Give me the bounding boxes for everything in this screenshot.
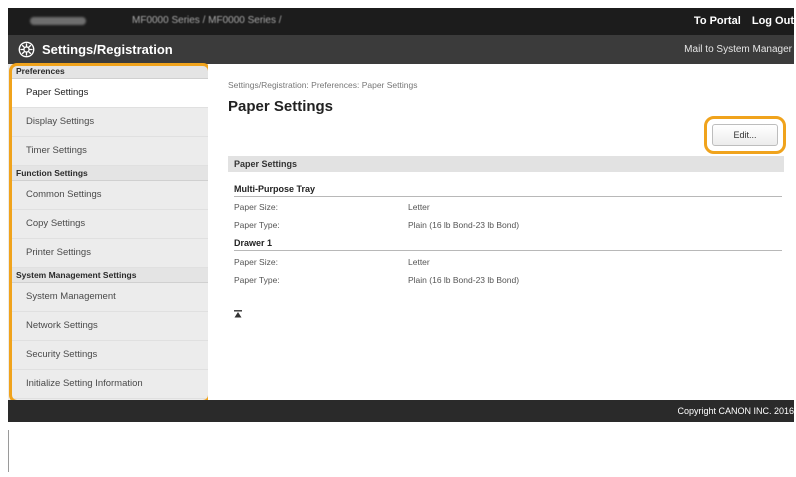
sidebar: Preferences Paper Settings Display Setti… xyxy=(9,63,211,403)
footer: Copyright CANON INC. 2016 xyxy=(8,400,794,422)
setting-row: Paper Size: Letter xyxy=(234,257,430,267)
setting-key: Paper Size: xyxy=(234,202,278,212)
group-title-multi-purpose-tray: Multi-Purpose Tray xyxy=(234,184,782,197)
model-name: MF0000 Series / MF0000 Series / xyxy=(132,15,282,26)
top-links: To Portal Log Out xyxy=(686,15,794,27)
section-header-paper-settings: Paper Settings xyxy=(228,156,784,172)
mail-to-system-manager-link[interactable]: Mail to System Manager xyxy=(684,44,792,55)
to-portal-link[interactable]: To Portal xyxy=(694,15,741,27)
sidebar-heading-function-settings: Function Settings xyxy=(10,166,208,181)
setting-key: Paper Size: xyxy=(234,257,278,267)
edit-button[interactable]: Edit... xyxy=(712,124,778,146)
sidebar-item-system-management[interactable]: System Management xyxy=(10,283,208,312)
main-content: Settings/Registration: Preferences: Pape… xyxy=(208,64,794,400)
setting-key: Paper Type: xyxy=(234,220,280,230)
top-bar: MF0000 Series / MF0000 Series / To Porta… xyxy=(8,8,794,35)
divider xyxy=(8,430,9,472)
sidebar-heading-preferences: Preferences xyxy=(10,64,208,79)
sidebar-item-network-settings[interactable]: Network Settings xyxy=(10,312,208,341)
copyright-text: Copyright CANON INC. 2016 xyxy=(677,406,794,416)
sidebar-heading-system-management-settings: System Management Settings xyxy=(10,268,208,283)
breadcrumb: Settings/Registration: Preferences: Pape… xyxy=(228,80,418,90)
setting-value: Plain (16 lb Bond-23 lb Bond) xyxy=(408,275,520,285)
sidebar-item-security-settings[interactable]: Security Settings xyxy=(10,341,208,370)
page-header-title: Settings/Registration xyxy=(42,42,173,57)
scroll-to-top-icon[interactable] xyxy=(234,310,242,318)
sidebar-item-paper-settings[interactable]: Paper Settings xyxy=(10,79,208,108)
sidebar-item-display-settings[interactable]: Display Settings xyxy=(10,108,208,137)
sidebar-item-timer-settings[interactable]: Timer Settings xyxy=(10,137,208,166)
title-bar: Settings/Registration Mail to System Man… xyxy=(8,35,794,64)
app-window: MF0000 Series / MF0000 Series / To Porta… xyxy=(8,8,794,422)
setting-key: Paper Type: xyxy=(234,275,280,285)
group-title-drawer-1: Drawer 1 xyxy=(234,238,782,251)
sidebar-item-printer-settings[interactable]: Printer Settings xyxy=(10,239,208,268)
setting-value: Letter xyxy=(408,257,430,267)
sidebar-item-initialize-setting-information[interactable]: Initialize Setting Information xyxy=(10,370,208,399)
setting-value: Letter xyxy=(408,202,430,212)
log-out-link[interactable]: Log Out xyxy=(752,15,794,27)
page-title: Paper Settings xyxy=(228,98,334,115)
device-name-blurred xyxy=(30,17,86,25)
setting-row: Paper Type: Plain (16 lb Bond-23 lb Bond) xyxy=(234,220,519,230)
sidebar-item-copy-settings[interactable]: Copy Settings xyxy=(10,210,208,239)
sidebar-item-common-settings[interactable]: Common Settings xyxy=(10,181,208,210)
setting-row: Paper Type: Plain (16 lb Bond-23 lb Bond) xyxy=(234,275,519,285)
setting-row: Paper Size: Letter xyxy=(234,202,430,212)
setting-value: Plain (16 lb Bond-23 lb Bond) xyxy=(408,220,520,230)
gear-icon xyxy=(18,41,35,58)
